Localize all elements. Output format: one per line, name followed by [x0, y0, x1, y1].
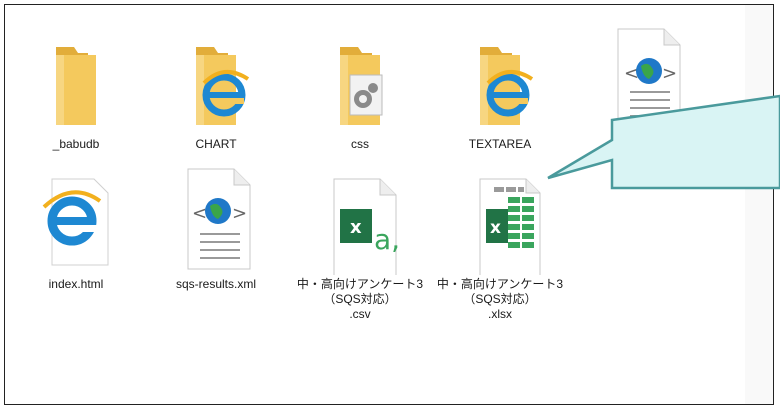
file-item-sqs-results-xml[interactable]: < > sqs-results.xml [151, 165, 281, 292]
file-name: 中・高向けアンケート3（SQS対応） .xlsx [436, 277, 564, 321]
svg-text:a,: a, [374, 223, 400, 256]
ie-html-file-icon [26, 165, 126, 275]
svg-text:x: x [490, 218, 501, 238]
svg-text:x: x [350, 217, 362, 238]
svg-text:<: < [192, 203, 207, 224]
file-name: TEXTAREA [468, 137, 532, 151]
excel-csv-icon: x a, [310, 165, 410, 278]
file-item-csv[interactable]: x a, 中・高向けアンケート3（SQS対応） .csv [295, 165, 425, 322]
folder-gear-icon [310, 25, 410, 135]
file-name: CHART [195, 137, 237, 151]
file-item-chart[interactable]: CHART [151, 25, 281, 152]
file-name: config.xml [618, 133, 674, 147]
file-item-textarea[interactable]: TEXTAREA [435, 25, 565, 152]
file-item-babudb[interactable]: _babudb [11, 25, 141, 152]
file-item-index-html[interactable]: index.html [11, 165, 141, 292]
xml-file-icon: < > [596, 21, 696, 131]
file-item-xlsx[interactable]: x 中・高向けアンケート3（SQS対応） .xlsx [435, 165, 565, 322]
svg-text:>: > [662, 63, 677, 84]
folder-ie-icon [166, 25, 266, 135]
folder-icon [26, 25, 126, 135]
file-name: sqs-results.xml [175, 277, 256, 291]
folder-ie-icon [450, 25, 550, 135]
file-name: index.html [48, 277, 104, 291]
file-name: 中・高向けアンケート3（SQS対応） .csv [296, 277, 424, 321]
right-pane-edge [745, 5, 773, 404]
excel-xlsx-icon: x [450, 165, 550, 278]
file-item-config-xml[interactable]: < > config.xml [581, 21, 711, 148]
svg-text:>: > [232, 203, 247, 224]
file-name: _babudb [52, 137, 100, 151]
file-item-css[interactable]: css [295, 25, 425, 152]
file-explorer-window: _babudb CHART css TEXTAREA < > config.xm… [4, 4, 774, 405]
file-list-pane: _babudb CHART css TEXTAREA < > config.xm… [5, 5, 745, 404]
xml-file-icon: < > [166, 165, 266, 275]
file-name: css [351, 137, 369, 151]
